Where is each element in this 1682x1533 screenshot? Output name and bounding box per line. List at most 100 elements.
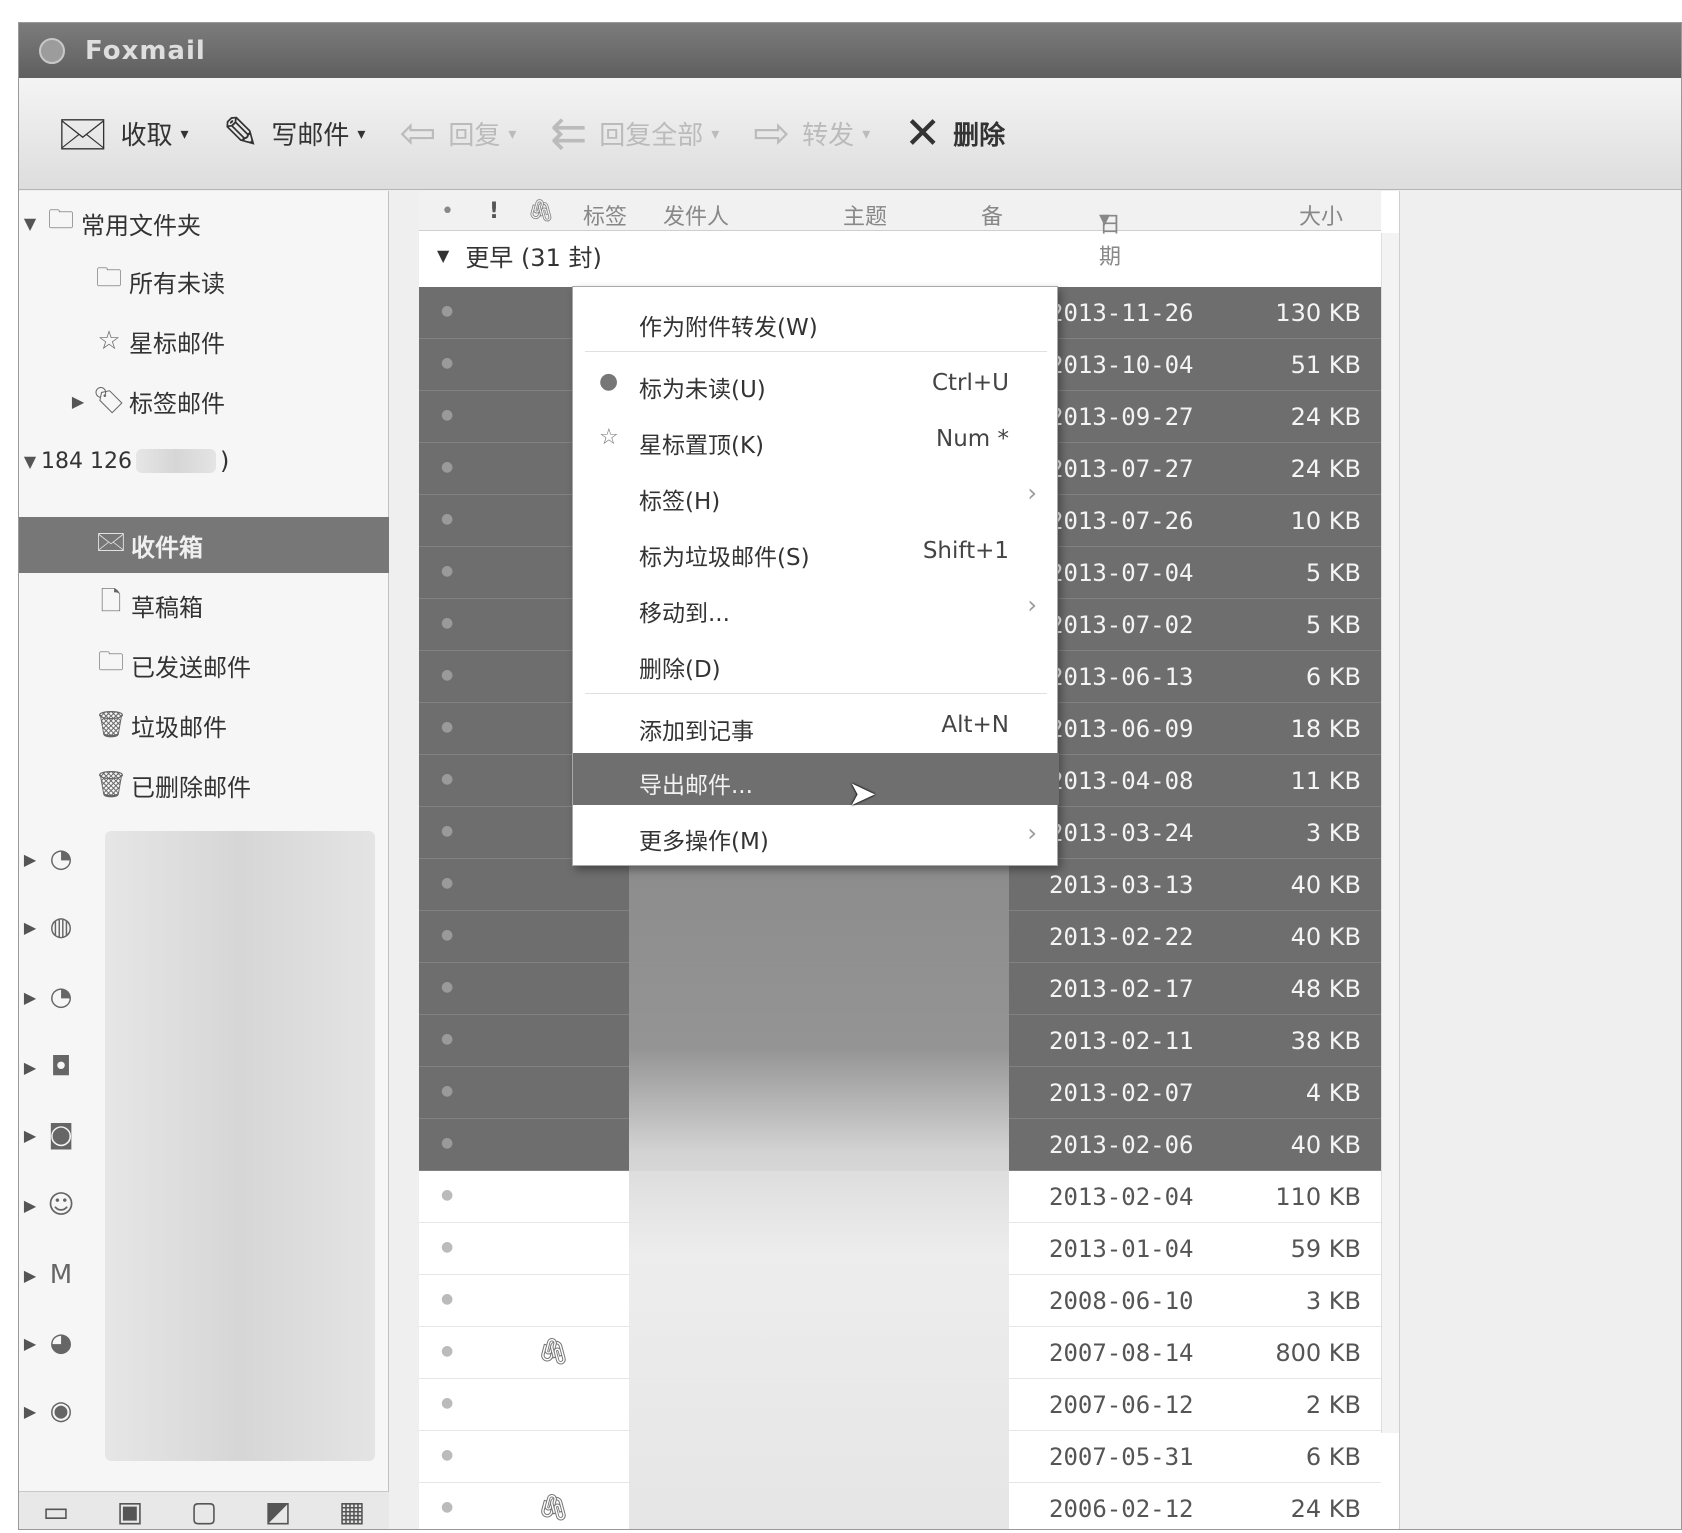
read-status-icon[interactable]: ● xyxy=(441,771,453,787)
account-icon: ◕ xyxy=(49,1328,73,1358)
col-size[interactable]: 大小 xyxy=(1299,199,1343,231)
mail-date: 2013-03-24 xyxy=(1049,819,1194,847)
expand-arrow-icon[interactable]: ▼ xyxy=(19,214,41,233)
menu-star[interactable]: ☆ 星标置顶(K) Num * xyxy=(573,413,1059,465)
account-icon: ◍ xyxy=(49,912,73,942)
contacts-icon[interactable]: ▣ xyxy=(117,1495,143,1528)
chevron-down-icon[interactable]: ▾ xyxy=(508,124,516,143)
mail-date: 2013-07-02 xyxy=(1049,611,1194,639)
toolbar: 🖂 收取 ▾ ✎ 写邮件 ▾ ⇦ 回复 ▾ ⇇ 回复全部 ▾ ⇨ 转发 ▾ ✕ … xyxy=(19,78,1681,190)
expand-arrow-icon[interactable]: ▶ xyxy=(19,1126,41,1145)
folder-drafts[interactable]: 🗋 草稿箱 xyxy=(19,577,389,633)
attachment-icon: 🖇 xyxy=(537,1337,571,1367)
mail-date: 2013-02-11 xyxy=(1049,1027,1194,1055)
feeds-icon[interactable]: ▦ xyxy=(339,1495,365,1528)
read-status-icon[interactable]: ● xyxy=(441,1343,453,1359)
forward-button[interactable]: ⇨ 转发 ▾ xyxy=(753,99,870,169)
expand-arrow-icon[interactable]: ▼ xyxy=(19,452,41,471)
folder-inbox[interactable]: 🖂 收件箱 xyxy=(19,517,389,573)
mail-date: 2013-07-26 xyxy=(1049,507,1194,535)
attachment-icon: 🖇 xyxy=(537,1493,571,1523)
compose-button[interactable]: ✎ 写邮件 ▾ xyxy=(223,99,366,169)
folder-tagged[interactable]: ▶ 🏷 标签邮件 xyxy=(19,373,389,429)
mail-size: 24 KB xyxy=(1290,1495,1361,1523)
expand-arrow-icon[interactable]: ▶ xyxy=(19,1402,41,1421)
folder-all-unread[interactable]: 🗀 所有未读 xyxy=(19,253,389,309)
inbox-icon: 🖂 xyxy=(95,527,127,557)
group-header[interactable]: ▼ 更早 (31 封) xyxy=(419,233,1381,277)
read-status-icon[interactable]: ● xyxy=(441,875,453,891)
folder-common[interactable]: ▼ 🗀 常用文件夹 xyxy=(19,195,389,251)
menu-label: 添加到记事 xyxy=(639,719,754,745)
read-status-icon[interactable]: ● xyxy=(441,823,453,839)
expand-arrow-icon[interactable]: ▶ xyxy=(19,918,41,937)
chevron-down-icon[interactable]: ▾ xyxy=(357,124,365,143)
reply-button[interactable]: ⇦ 回复 ▾ xyxy=(399,99,516,169)
list-scrollbar[interactable] xyxy=(1381,233,1399,1433)
expand-arrow-icon[interactable]: ▶ xyxy=(19,1196,41,1215)
menu-more[interactable]: 更多操作(M) › xyxy=(573,809,1059,861)
read-status-icon[interactable]: ● xyxy=(441,1447,453,1463)
mail-date: 2013-02-06 xyxy=(1049,1131,1194,1159)
menu-forward-as-attachment[interactable]: 作为附件转发(W) xyxy=(573,295,1059,347)
read-status-icon[interactable]: ● xyxy=(441,1083,453,1099)
folder-junk[interactable]: 🗑 垃圾邮件 xyxy=(19,697,389,753)
expand-arrow-icon[interactable]: ▶ xyxy=(19,1058,41,1077)
menu-mark-junk[interactable]: 标为垃圾邮件(S) Shift+1 xyxy=(573,525,1059,577)
mail-size: 5 KB xyxy=(1305,559,1361,587)
read-status-icon[interactable]: ● xyxy=(441,1395,453,1411)
read-status-icon[interactable]: ● xyxy=(441,1187,453,1203)
read-status-icon[interactable]: ● xyxy=(441,615,453,631)
read-status-icon[interactable]: ● xyxy=(441,303,453,319)
calendar-icon[interactable]: ▢ xyxy=(191,1495,217,1528)
read-status-icon[interactable]: ● xyxy=(441,719,453,735)
expand-arrow-icon[interactable]: ▶ xyxy=(67,392,89,411)
col-sender[interactable]: 发件人 xyxy=(663,199,729,231)
col-tag[interactable]: 标签 xyxy=(583,199,627,231)
col-mark[interactable]: 备 xyxy=(981,199,1003,231)
delete-button[interactable]: ✕ 删除 xyxy=(904,99,1005,169)
read-status-icon[interactable]: ● xyxy=(441,407,453,423)
mail-size: 4 KB xyxy=(1305,1079,1361,1107)
receive-button[interactable]: 🖂 收取 ▾ xyxy=(57,99,189,169)
folder-starred[interactable]: ☆ 星标邮件 xyxy=(19,313,389,369)
expand-arrow-icon[interactable]: ▶ xyxy=(19,850,41,869)
read-status-icon[interactable]: ● xyxy=(441,1291,453,1307)
expand-arrow-icon[interactable]: ▶ xyxy=(19,988,41,1007)
read-status-icon[interactable]: ● xyxy=(441,979,453,995)
chevron-down-icon[interactable]: ▾ xyxy=(711,124,719,143)
read-status-icon[interactable]: ● xyxy=(441,1031,453,1047)
folder-sent[interactable]: 🗀 已发送邮件 xyxy=(19,637,389,693)
read-status-icon[interactable]: ● xyxy=(441,1135,453,1151)
menu-move-to[interactable]: 移动到... › xyxy=(573,581,1059,633)
read-status-icon[interactable]: ● xyxy=(441,511,453,527)
collapse-arrow-icon[interactable]: ▼ xyxy=(437,246,449,265)
read-status-icon[interactable]: ● xyxy=(441,355,453,371)
read-status-icon[interactable]: ● xyxy=(441,563,453,579)
chevron-down-icon[interactable]: ▾ xyxy=(862,124,870,143)
col-attach-icon[interactable]: 🖇 xyxy=(527,199,555,224)
col-subject[interactable]: 主题 xyxy=(843,199,887,231)
expand-arrow-icon[interactable]: ▶ xyxy=(19,1334,41,1353)
mail-date: 2008-06-10 xyxy=(1049,1287,1194,1315)
read-status-icon[interactable]: ● xyxy=(441,927,453,943)
expand-arrow-icon[interactable]: ▶ xyxy=(19,1266,41,1285)
folder-deleted[interactable]: 🗑 已删除邮件 xyxy=(19,757,389,813)
read-status-icon[interactable]: ● xyxy=(441,1499,453,1515)
menu-add-to-notes[interactable]: 添加到记事 Alt+N xyxy=(573,699,1059,751)
read-status-icon[interactable]: ● xyxy=(441,1239,453,1255)
account-header[interactable]: ▼ 184 126 ) xyxy=(19,433,389,489)
menu-tag[interactable]: 标签(H) › xyxy=(573,469,1059,521)
chevron-down-icon[interactable]: ▾ xyxy=(181,124,189,143)
reply-all-button[interactable]: ⇇ 回复全部 ▾ xyxy=(550,99,719,169)
menu-delete[interactable]: 删除(D) xyxy=(573,637,1059,689)
col-read-status[interactable]: • xyxy=(441,199,454,224)
account-label: 184 126 xyxy=(41,448,132,474)
mail-view-icon[interactable]: ▭ xyxy=(43,1495,69,1528)
read-status-icon[interactable]: ● xyxy=(441,667,453,683)
col-flag[interactable]: ! xyxy=(489,199,499,224)
notes-icon[interactable]: ◩ xyxy=(265,1495,291,1528)
menu-mark-unread[interactable]: ● 标为未读(U) Ctrl+U xyxy=(573,357,1059,409)
menu-export[interactable]: 导出邮件... xyxy=(573,753,1059,805)
read-status-icon[interactable]: ● xyxy=(441,459,453,475)
